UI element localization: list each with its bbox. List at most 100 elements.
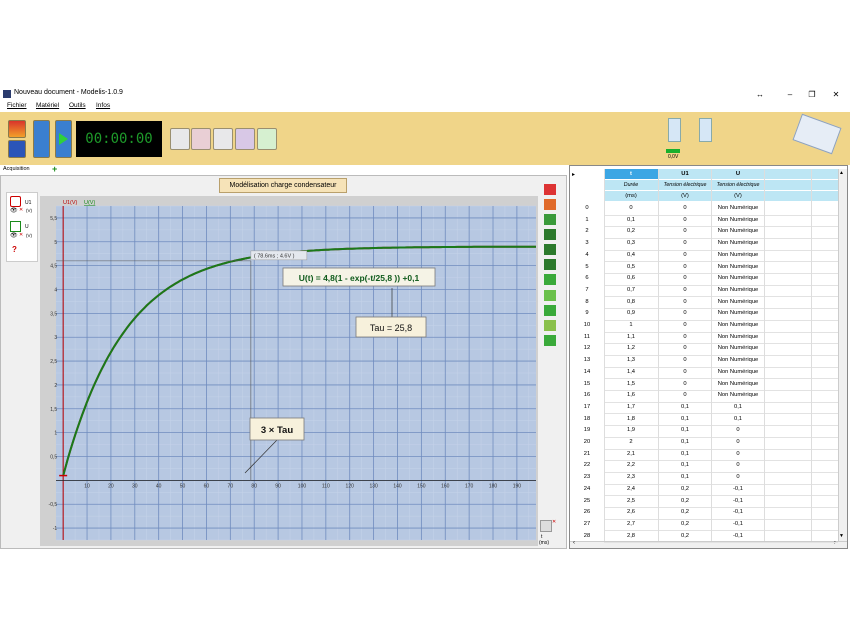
table-cell[interactable]: 0 (659, 334, 711, 340)
table-cell[interactable]: 0,9 (604, 310, 658, 316)
table-cell[interactable]: 0,1 (659, 462, 711, 468)
play-button[interactable] (55, 120, 72, 158)
table-cell[interactable]: 1,4 (604, 369, 658, 375)
table-cell[interactable]: Non Numérique (712, 299, 764, 305)
table-cell[interactable]: 0 (659, 310, 711, 316)
menu-infos[interactable]: Infos (96, 102, 110, 109)
table-cell[interactable]: 0,2 (659, 533, 711, 539)
table-cell[interactable]: 0 (712, 439, 764, 445)
close-icon[interactable]: ✕ (552, 519, 556, 525)
table-cell[interactable]: 2,1 (604, 451, 658, 457)
table-cell[interactable]: Non Numérique (712, 357, 764, 363)
scroll-down-icon[interactable]: ▼ (839, 533, 844, 539)
table-cell[interactable]: 2,5 (604, 498, 658, 504)
open-file-button[interactable] (8, 120, 26, 138)
table-cell[interactable]: 0,6 (604, 275, 658, 281)
help-icon[interactable]: ? (12, 245, 17, 254)
delete-icon[interactable]: ✕ (19, 232, 23, 238)
table-cell[interactable]: 0 (659, 205, 711, 211)
table-cell[interactable]: 0,2 (659, 486, 711, 492)
ab-tool-icon[interactable] (544, 244, 556, 255)
table-cell[interactable]: 0,2 (659, 521, 711, 527)
table-cell[interactable]: 0 (712, 427, 764, 433)
table-cell[interactable]: Non Numérique (712, 334, 764, 340)
table-cell[interactable]: 0 (659, 299, 711, 305)
table-cell[interactable]: 2,2 (604, 462, 658, 468)
table-cell[interactable]: 0,3 (604, 240, 658, 246)
table-cell[interactable]: Non Numérique (712, 205, 764, 211)
table-cell[interactable]: 2,7 (604, 521, 658, 527)
table-cell[interactable]: 0 (659, 345, 711, 351)
chart-tool-icon[interactable] (235, 128, 255, 150)
crosshair-tool-icon[interactable] (544, 199, 556, 210)
table-cell[interactable]: 0,1 (712, 404, 764, 410)
column-header[interactable]: t (604, 171, 658, 177)
table-cell[interactable]: 0 (659, 322, 711, 328)
tangent-tool-icon[interactable] (544, 214, 556, 225)
ab-tool-icon[interactable] (544, 259, 556, 270)
edit-tool-icon[interactable] (544, 274, 556, 285)
table-cell[interactable]: -0,1 (712, 486, 764, 492)
pointer-tool-icon[interactable] (544, 184, 556, 195)
table-cell[interactable]: 0,1 (659, 416, 711, 422)
table-cell[interactable]: 0 (659, 381, 711, 387)
eye-icon[interactable]: 👁 (10, 232, 18, 239)
record-button[interactable] (33, 120, 50, 158)
column-header[interactable]: U (712, 171, 764, 177)
table-cell[interactable]: Non Numérique (712, 252, 764, 258)
table-cell[interactable]: -0,1 (712, 533, 764, 539)
table-cell[interactable]: 1,6 (604, 392, 658, 398)
table-cell[interactable]: 1,2 (604, 345, 658, 351)
table-cell[interactable]: Non Numérique (712, 228, 764, 234)
table-cell[interactable]: 0,2 (659, 498, 711, 504)
table-cell[interactable]: Non Numérique (712, 322, 764, 328)
table-cell[interactable]: 0 (659, 369, 711, 375)
table-cell[interactable]: 0,1 (659, 404, 711, 410)
table-cell[interactable]: 0,1 (712, 416, 764, 422)
table-cell[interactable]: 0,1 (659, 427, 711, 433)
table-cell[interactable]: 0 (659, 275, 711, 281)
channel-u-icon[interactable] (10, 221, 21, 232)
ab-tool-icon[interactable] (544, 229, 556, 240)
acquisition-settings-icon[interactable] (170, 128, 190, 150)
table-cell[interactable]: 1,3 (604, 357, 658, 363)
table-cell[interactable]: 0,2 (659, 509, 711, 515)
table-cell[interactable]: Non Numérique (712, 310, 764, 316)
minimize-button[interactable]: – (780, 88, 800, 101)
table-cell[interactable]: 0 (659, 240, 711, 246)
table-cell[interactable]: Non Numérique (712, 264, 764, 270)
table-cell[interactable]: Non Numérique (712, 240, 764, 246)
table-cell[interactable]: Non Numérique (712, 345, 764, 351)
grid-tool-icon[interactable] (213, 128, 233, 150)
table-cell[interactable]: Non Numérique (712, 369, 764, 375)
table-cell[interactable]: 0,1 (659, 439, 711, 445)
fit-tool-icon[interactable] (544, 290, 556, 301)
table-cell[interactable]: 0,1 (604, 217, 658, 223)
eye-icon[interactable]: 👁 (10, 207, 18, 214)
menu-materiel[interactable]: Matériel (36, 102, 59, 109)
axis-settings-icon[interactable] (540, 520, 552, 532)
table-cell[interactable]: Non Numérique (712, 392, 764, 398)
table-cell[interactable]: 0 (659, 392, 711, 398)
table-cell[interactable]: Non Numérique (712, 381, 764, 387)
area-tool-icon[interactable] (544, 320, 556, 331)
table-cell[interactable]: 1,8 (604, 416, 658, 422)
table-cell[interactable]: 1,5 (604, 381, 658, 387)
table-cell[interactable]: 0,4 (604, 252, 658, 258)
table-cell[interactable]: -0,1 (712, 498, 764, 504)
add-tab-button[interactable]: + (52, 164, 57, 174)
table-cell[interactable]: 0 (659, 228, 711, 234)
table-cell[interactable]: 0 (712, 451, 764, 457)
table-cell[interactable]: -0,1 (712, 521, 764, 527)
table-cell[interactable]: 0 (659, 264, 711, 270)
table-cell[interactable]: Non Numérique (712, 275, 764, 281)
zoom-tool-icon[interactable] (544, 305, 556, 316)
table-cell[interactable]: 1,1 (604, 334, 658, 340)
table-cell[interactable]: 2,4 (604, 486, 658, 492)
vertical-scrollbar[interactable] (838, 169, 847, 541)
table-cell[interactable]: 0,5 (604, 264, 658, 270)
menu-outils[interactable]: Outils (69, 102, 86, 109)
table-cell[interactable]: 2,8 (604, 533, 658, 539)
model-tool-icon[interactable] (191, 128, 211, 150)
table-cell[interactable]: 2,6 (604, 509, 658, 515)
